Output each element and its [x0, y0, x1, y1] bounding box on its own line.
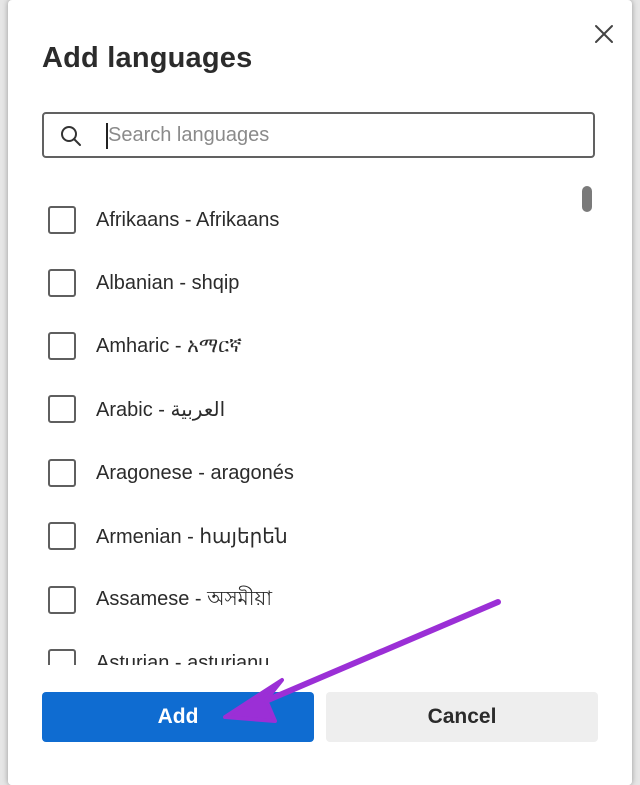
- list-item[interactable]: Amharic - አማርኛ: [48, 326, 568, 366]
- dialog-footer: Add Cancel: [8, 670, 632, 785]
- language-label: Arabic - العربية: [96, 398, 226, 421]
- checkbox[interactable]: [48, 649, 76, 665]
- scrollbar-thumb[interactable]: [582, 186, 592, 212]
- search-input[interactable]: [104, 118, 578, 152]
- close-icon: [595, 25, 613, 43]
- add-languages-dialog: Add languages Afrikaans - Afrikaans Alba…: [8, 0, 632, 785]
- dialog-title: Add languages: [42, 42, 253, 74]
- list-item[interactable]: Armenian - հայերեն: [48, 516, 568, 556]
- checkbox[interactable]: [48, 522, 76, 550]
- search-icon: [61, 126, 81, 146]
- checkbox[interactable]: [48, 206, 76, 234]
- list-item[interactable]: Assamese - অসমীয়া: [48, 580, 568, 620]
- checkbox[interactable]: [48, 269, 76, 297]
- language-label: Albanian - shqip: [96, 271, 240, 294]
- cancel-button[interactable]: Cancel: [326, 692, 598, 742]
- language-list[interactable]: Afrikaans - Afrikaans Albanian - shqip A…: [8, 178, 632, 665]
- language-label: Amharic - አማርኛ: [96, 334, 242, 357]
- list-item[interactable]: Afrikaans - Afrikaans: [48, 200, 568, 240]
- language-label: Afrikaans - Afrikaans: [96, 208, 280, 231]
- close-button[interactable]: [590, 20, 618, 48]
- checkbox[interactable]: [48, 395, 76, 423]
- language-label: Asturian - asturianu: [96, 651, 270, 666]
- text-cursor: [106, 123, 108, 149]
- list-item[interactable]: Aragonese - aragonés: [48, 453, 568, 493]
- checkbox[interactable]: [48, 586, 76, 614]
- language-label: Assamese - অসমীয়া: [96, 587, 273, 610]
- search-box[interactable]: [42, 112, 595, 158]
- list-item[interactable]: Asturian - asturianu: [48, 643, 568, 665]
- language-label: Armenian - հայերեն: [96, 525, 288, 548]
- add-button[interactable]: Add: [42, 692, 314, 742]
- list-item[interactable]: Arabic - العربية: [48, 389, 568, 429]
- language-label: Aragonese - aragonés: [96, 461, 294, 484]
- list-item[interactable]: Albanian - shqip: [48, 263, 568, 303]
- checkbox[interactable]: [48, 459, 76, 487]
- checkbox[interactable]: [48, 332, 76, 360]
